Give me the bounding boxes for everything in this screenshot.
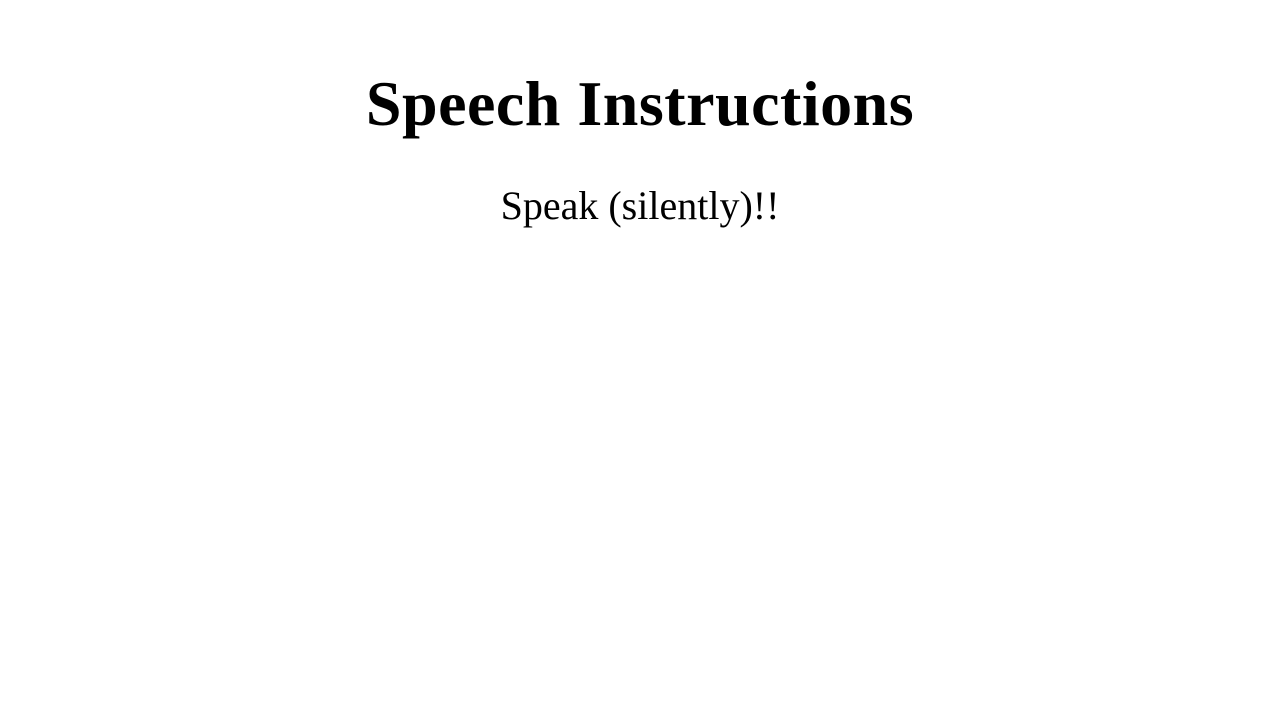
- instruction-screen: Speech Instructions Speak (silently)!!: [0, 0, 1280, 720]
- page-title: Speech Instructions: [365, 68, 915, 139]
- instruction-text: Speak (silently)!!: [500, 183, 780, 228]
